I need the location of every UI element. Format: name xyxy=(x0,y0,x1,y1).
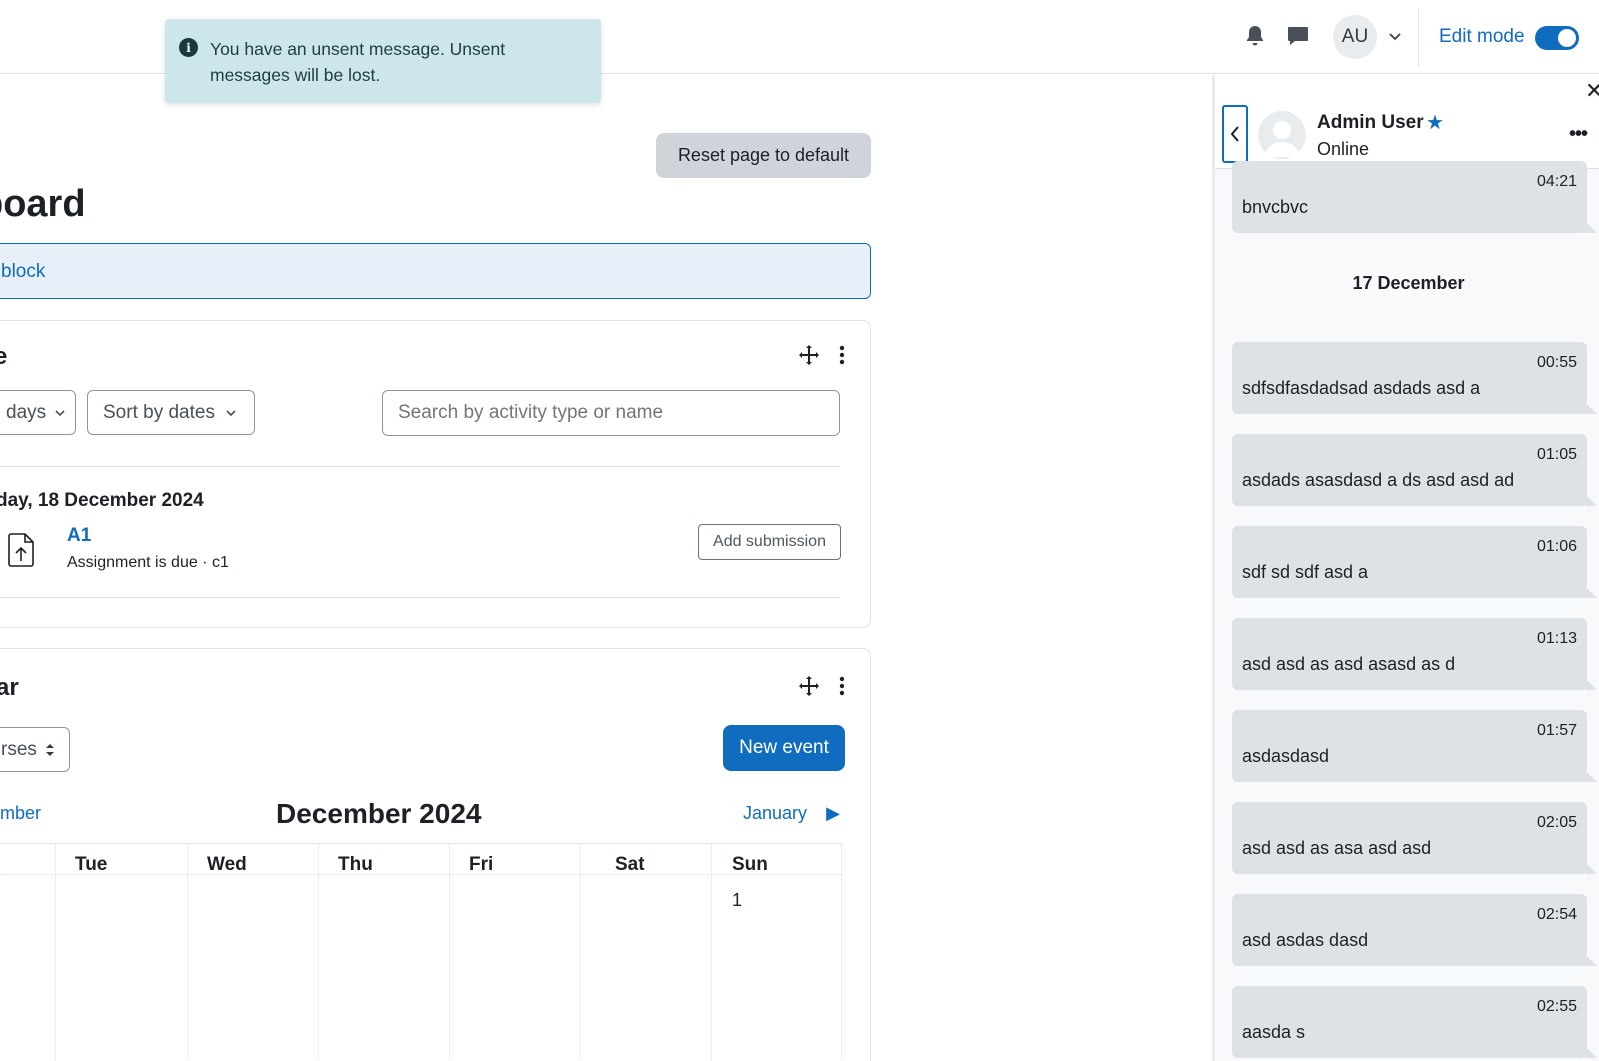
chevron-down-icon xyxy=(55,409,65,416)
message-bubble: 01:13 asd asd as asd asasd as d xyxy=(1232,618,1597,690)
calendar-row-divider xyxy=(0,874,842,875)
message-bubble: 02:05 asd asd as asa asd asd xyxy=(1232,802,1597,874)
day-header-thu: Thu xyxy=(338,854,373,875)
calendar-column xyxy=(55,844,187,1061)
timeline-date-heading: day, 18 December 2024 xyxy=(0,490,204,511)
day-separator: 17 December xyxy=(1352,273,1465,293)
sort-arrows-icon xyxy=(45,743,54,756)
timeline-title: e xyxy=(0,343,8,370)
edit-mode-toggle[interactable] xyxy=(1535,26,1579,50)
add-block-button[interactable]: block xyxy=(0,243,871,299)
day-header-sun: Sun xyxy=(732,854,768,875)
message-time: 01:05 xyxy=(1536,446,1577,463)
course-select-label: rses xyxy=(1,738,37,760)
message-bubble: 04:21 bnvcbvc xyxy=(1232,161,1597,233)
chevron-left-icon xyxy=(1230,126,1239,142)
message-bubble: 01:57 asdasdasd xyxy=(1232,710,1597,782)
message-time: 02:54 xyxy=(1536,906,1577,923)
add-submission-button[interactable]: Add submission xyxy=(698,524,841,560)
previous-month-link[interactable]: mber xyxy=(0,803,41,824)
message-bubble: 00:55 sdfsdfasdadsad asdads asd a xyxy=(1232,342,1597,414)
calendar-month-title: December 2024 xyxy=(276,798,482,829)
conversation-avatar xyxy=(1258,111,1306,159)
message-drawer: ✕ Admin User ★ Online ••• 04:21 bnvcbvc … xyxy=(1212,75,1599,1061)
message-text: asd asdas dasd xyxy=(1242,930,1369,950)
toggle-knob xyxy=(1558,29,1576,47)
activity-search-input[interactable] xyxy=(382,390,840,436)
conversation-user-name[interactable]: Admin User xyxy=(1317,112,1424,134)
calendar-title: ar xyxy=(0,674,19,701)
next-month-link[interactable]: January ▶ xyxy=(743,803,840,824)
toast-message: You have an unsent message. Unsent messa… xyxy=(210,39,506,85)
activity-meta: Assignment is due · c1 xyxy=(67,554,229,571)
kebab-menu-icon[interactable] xyxy=(839,345,845,365)
message-time: 01:57 xyxy=(1536,722,1577,739)
play-right-icon: ▶ xyxy=(826,803,840,823)
divider xyxy=(0,597,840,598)
add-block-label: block xyxy=(1,261,46,282)
message-text: aasda s xyxy=(1242,1022,1306,1042)
calendar-column xyxy=(449,844,580,1061)
message-bubble: 01:06 sdf sd sdf asd a xyxy=(1232,526,1597,598)
message-time: 02:05 xyxy=(1536,814,1577,831)
message-text: asdasdasd xyxy=(1242,746,1330,766)
calendar-column xyxy=(580,844,711,1061)
day-header-sat: Sat xyxy=(615,854,645,875)
back-button[interactable] xyxy=(1222,105,1248,163)
avatar-initials: AU xyxy=(1341,26,1369,47)
move-icon[interactable] xyxy=(797,343,821,367)
sort-label: Sort by dates xyxy=(103,401,215,423)
message-text: sdfsdfasdadsad asdads asd a xyxy=(1242,378,1481,398)
message-time: 01:06 xyxy=(1536,538,1577,555)
new-event-button[interactable]: New event xyxy=(723,725,845,771)
message-time: 00:55 xyxy=(1536,354,1577,371)
star-icon: ★ xyxy=(1426,112,1444,134)
message-text: asd asd as asa asd asd xyxy=(1242,838,1432,858)
course-select[interactable]: rses xyxy=(0,727,70,772)
more-options-icon[interactable]: ••• xyxy=(1569,123,1588,146)
edit-mode-label: Edit mode xyxy=(1439,26,1525,47)
message-text: asdads asasdasd a ds asd asd ad xyxy=(1242,470,1515,490)
chevron-down-icon xyxy=(226,409,236,416)
calendar-column xyxy=(711,844,842,1061)
message-time: 02:55 xyxy=(1536,998,1577,1015)
calendar-grid: Tue Wed Thu Fri Sat Sun xyxy=(0,843,842,1061)
next-month-label: January xyxy=(743,803,808,823)
calendar-column xyxy=(318,844,449,1061)
days-filter-label: days xyxy=(6,401,47,423)
info-icon: i xyxy=(179,38,198,57)
timeline-block xyxy=(0,320,871,628)
message-time: 01:13 xyxy=(1536,630,1577,647)
calendar-day-number[interactable]: 1 xyxy=(732,890,742,911)
page-title: board xyxy=(0,183,86,225)
sort-select[interactable]: Sort by dates xyxy=(87,390,255,435)
chevron-down-icon[interactable] xyxy=(1387,28,1403,44)
day-header-tue: Tue xyxy=(75,854,108,875)
chat-icon[interactable] xyxy=(1286,24,1310,48)
message-time: 04:21 xyxy=(1536,173,1577,190)
message-bubble: 01:05 asdads asasdasd a ds asd asd ad xyxy=(1232,434,1597,506)
days-filter-select[interactable]: days xyxy=(0,390,76,435)
unsent-message-toast: You have an unsent message. Unsent messa… xyxy=(165,19,601,103)
message-text: sdf sd sdf asd a xyxy=(1242,562,1369,582)
activity-link[interactable]: A1 xyxy=(67,525,91,547)
bell-icon[interactable] xyxy=(1243,24,1267,48)
message-bubble: 02:54 asd asdas dasd xyxy=(1232,894,1597,966)
move-icon[interactable] xyxy=(797,674,821,698)
day-header-fri: Fri xyxy=(469,854,494,875)
message-text: bnvcbvc xyxy=(1242,197,1309,217)
message-text: asd asd as asd asasd as d xyxy=(1242,654,1456,674)
user-status: Online xyxy=(1317,139,1370,159)
message-bubble: 02:55 aasda s xyxy=(1232,986,1597,1058)
reset-page-button[interactable]: Reset page to default xyxy=(656,133,871,178)
close-icon[interactable]: ✕ xyxy=(1585,78,1599,104)
day-header-wed: Wed xyxy=(207,854,247,875)
assignment-upload-icon xyxy=(8,533,34,572)
calendar-column xyxy=(187,844,318,1061)
divider xyxy=(0,466,840,467)
user-avatar-button[interactable]: AU xyxy=(1333,15,1377,59)
navbar-divider xyxy=(1418,8,1419,66)
kebab-menu-icon[interactable] xyxy=(839,676,845,696)
conversation-header: ✕ Admin User ★ Online ••• xyxy=(1215,75,1599,169)
